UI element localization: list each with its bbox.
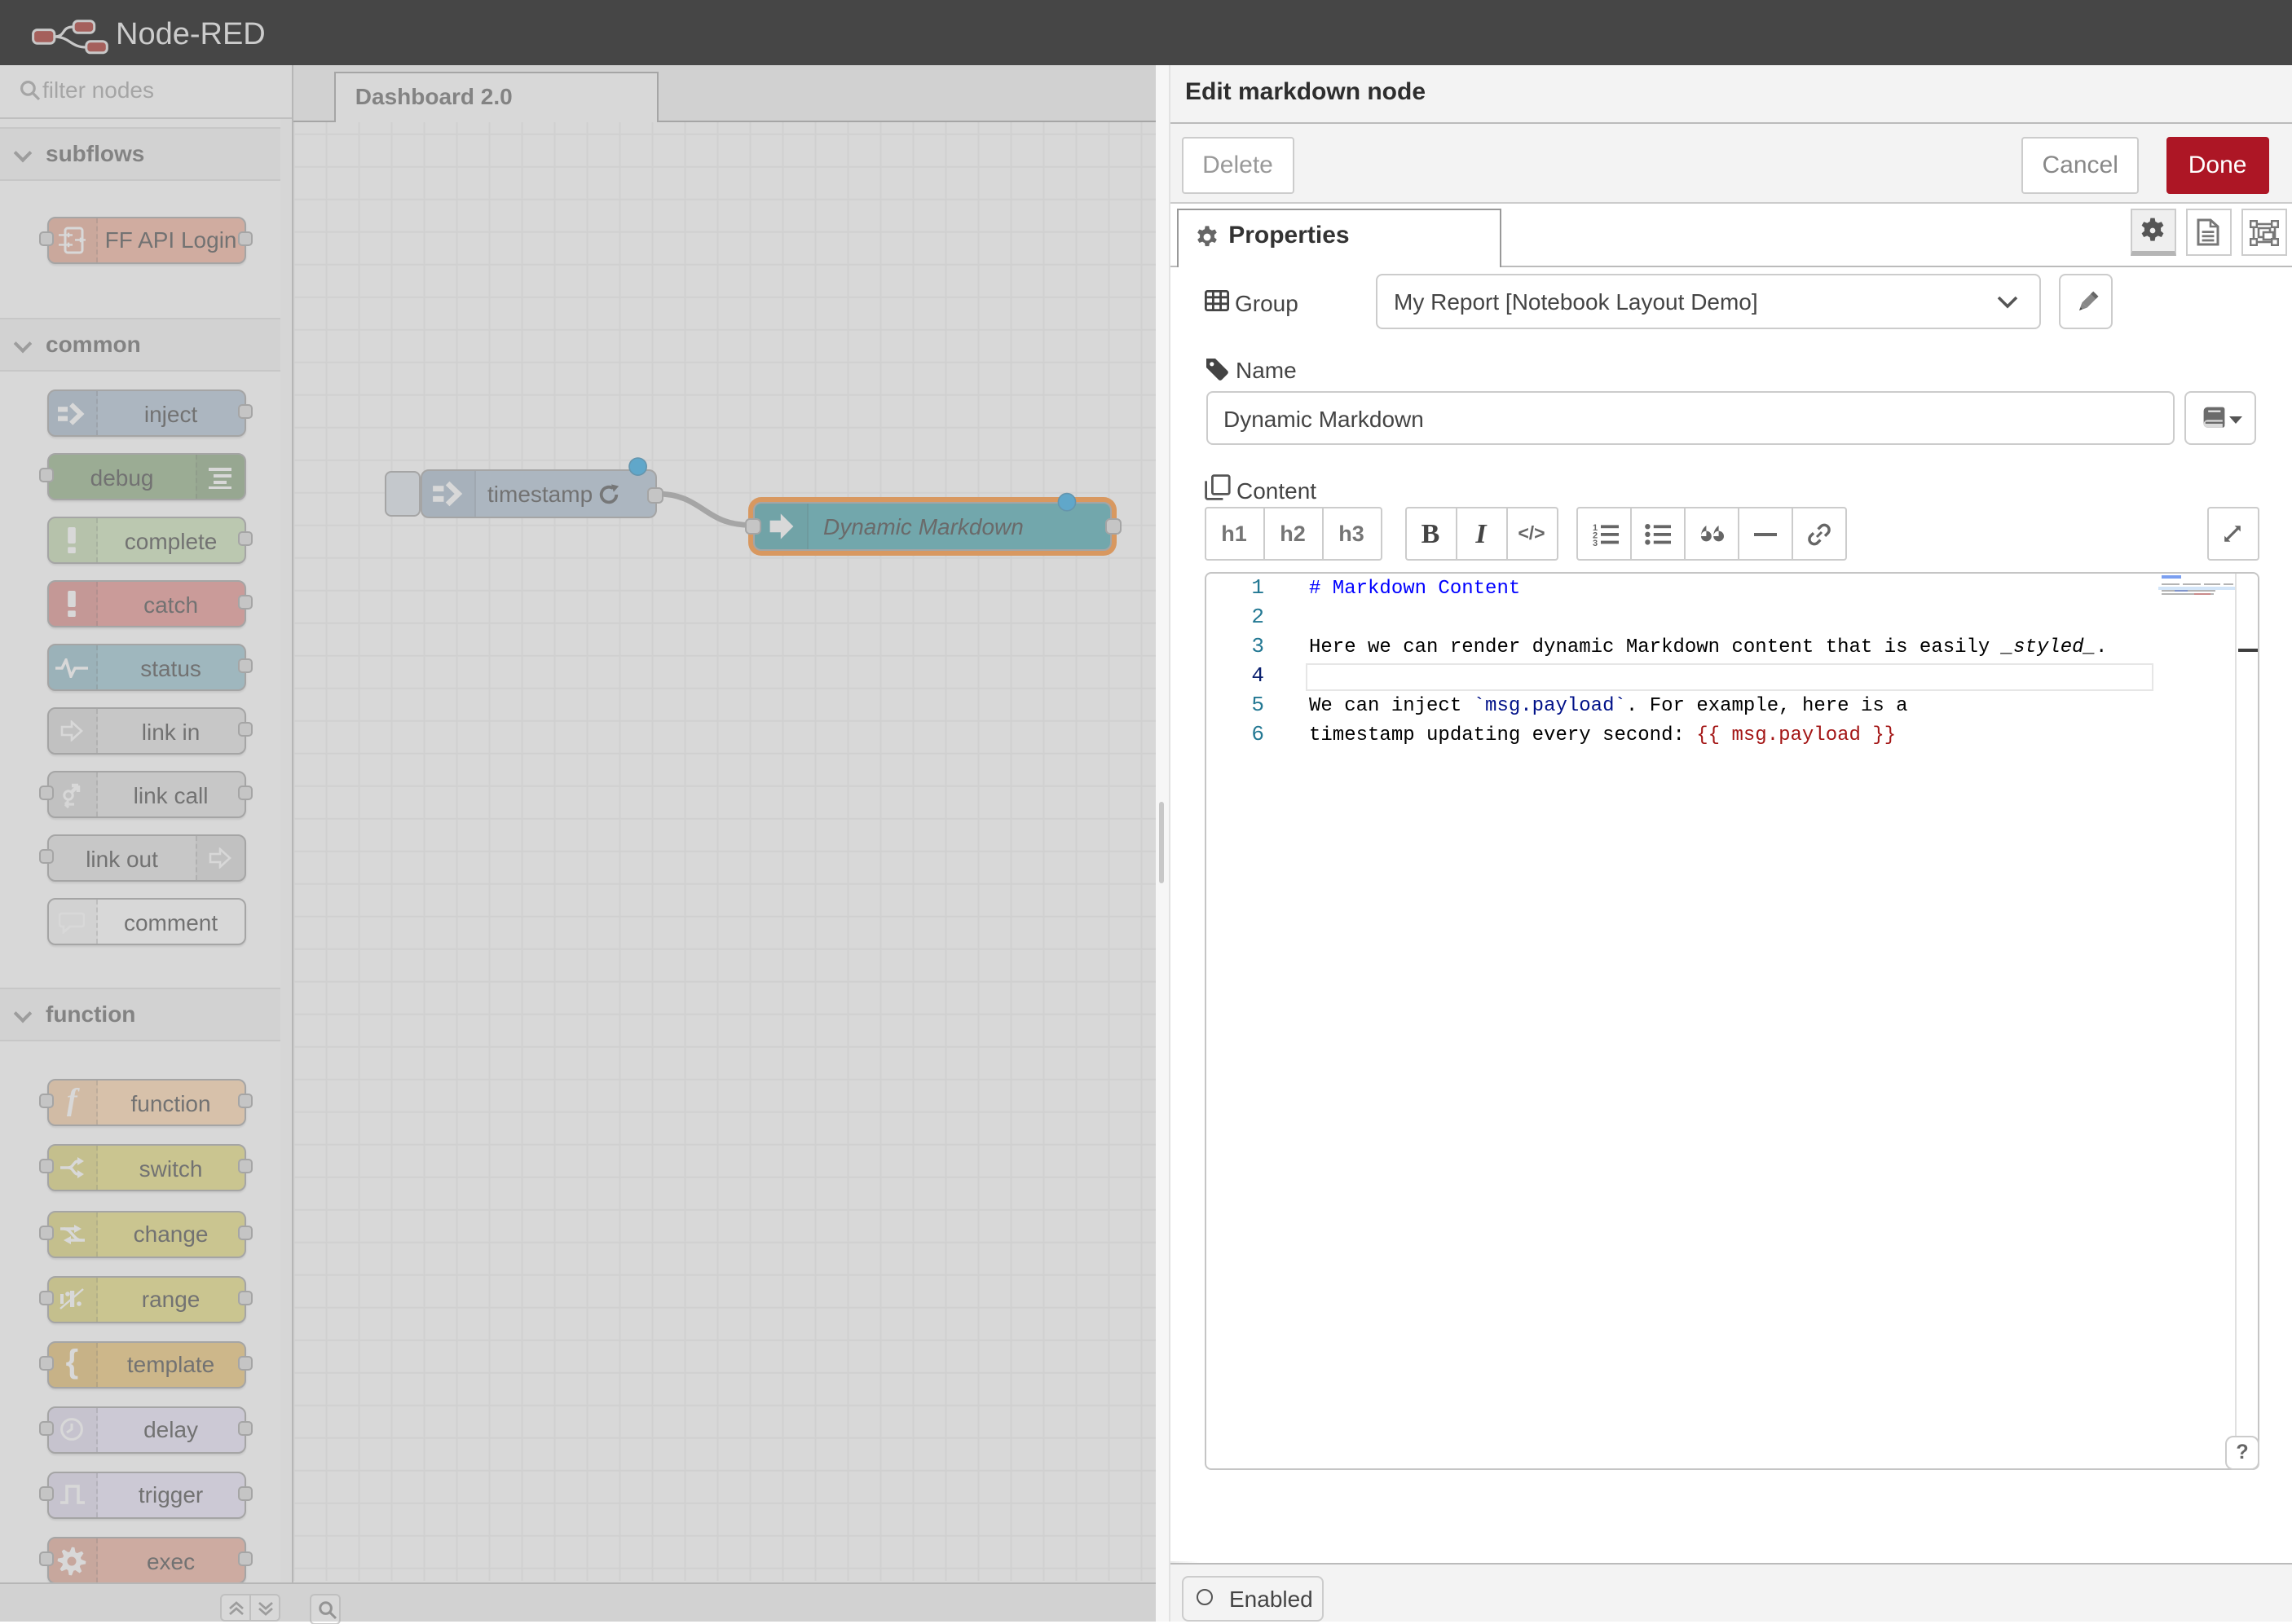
svg-text:3: 3 bbox=[1592, 539, 1597, 546]
